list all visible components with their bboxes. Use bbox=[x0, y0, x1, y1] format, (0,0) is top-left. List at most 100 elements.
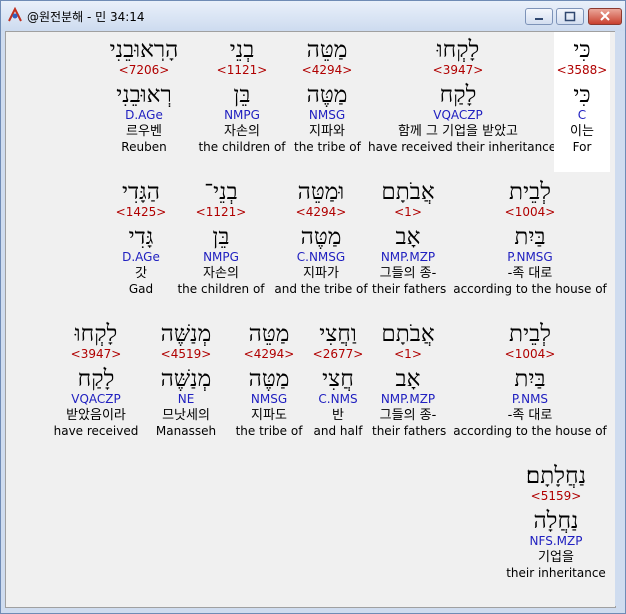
word-cell[interactable]: אֲבֹתָם <1> אָב NMP.MZP 그들의 종- their fat… bbox=[372, 321, 447, 439]
korean-gloss: 기업을 bbox=[538, 550, 574, 565]
hebrew-lexeme: גָּדִי bbox=[128, 224, 154, 250]
english-gloss: have received their inheritance bbox=[368, 140, 557, 154]
strong-number[interactable]: <7206> bbox=[104, 63, 184, 78]
morphology-code: NFS.MZP bbox=[529, 534, 583, 548]
english-gloss: their fathers bbox=[372, 282, 447, 296]
english-gloss: their inheritance bbox=[506, 566, 606, 580]
app-window: @원전분해 - 민 34:14 הָרֽאוּבֵנִי <7206> רְאו… bbox=[0, 0, 626, 614]
word-cell[interactable]: וַחֲצִי <2677> חֲצִי C.NMS 반 and half bbox=[306, 321, 370, 439]
korean-gloss: 그들의 종- bbox=[379, 408, 437, 423]
morphology-code: C.NMS bbox=[318, 392, 358, 406]
strong-number[interactable]: <4294> bbox=[294, 63, 360, 78]
morphology-code: D.AGe bbox=[122, 250, 160, 264]
korean-gloss: 반 bbox=[332, 408, 344, 423]
strong-number[interactable]: <1004> bbox=[452, 205, 608, 220]
strong-number[interactable]: <4294> bbox=[234, 347, 304, 362]
word-cell[interactable]: הָרֽאוּבֵנִי <7206> רְאוּבֵנִי D.AGe 르우벤… bbox=[104, 37, 184, 155]
morphology-code: NMSG bbox=[308, 108, 346, 122]
hebrew-word: אֲבֹתָם bbox=[381, 321, 435, 347]
strong-number[interactable]: <4519> bbox=[151, 347, 221, 362]
morphology-code: P.NMS bbox=[511, 392, 549, 406]
hebrew-lexeme: לָקַח bbox=[439, 82, 477, 108]
strong-number[interactable]: <3947> bbox=[368, 63, 548, 78]
english-gloss: Manasseh bbox=[155, 424, 217, 438]
strong-number[interactable]: <3588> bbox=[554, 63, 610, 78]
word-cell[interactable]: אֲבֹתָם <1> אָב NMP.MZP 그들의 종- their fat… bbox=[372, 179, 447, 297]
strong-number[interactable]: <1> bbox=[372, 347, 444, 362]
hebrew-word: נַחֲלָתָם׃ bbox=[525, 463, 587, 489]
korean-gloss: 함께 그 기업을 받았고 bbox=[397, 124, 519, 139]
word-cell[interactable]: וּמַטֵּה <4294> מַטֶּה C.NMSG 지파가 and th… bbox=[271, 179, 371, 297]
morphology-code: NMPG bbox=[224, 108, 260, 122]
word-cell[interactable]: בְנֵי־ <1121> בֵּן NMPG 자손의 the children… bbox=[176, 179, 266, 297]
hebrew-word: הַגָּדִי bbox=[122, 179, 160, 205]
morphology-code: NE bbox=[177, 392, 195, 406]
minimize-icon bbox=[535, 18, 543, 20]
hebrew-word: כִּי bbox=[573, 37, 591, 63]
hebrew-word: הָרֽאוּבֵנִי bbox=[109, 37, 179, 63]
hebrew-lexeme: בֵּן bbox=[212, 224, 230, 250]
english-gloss: have received bbox=[53, 424, 139, 438]
hebrew-word: לְבֵית bbox=[509, 321, 551, 347]
hebrew-word: לְבֵית bbox=[509, 179, 551, 205]
hebrew-lexeme: לָקַח bbox=[77, 366, 115, 392]
english-gloss: Gad bbox=[128, 282, 154, 296]
window-frame-right bbox=[615, 31, 624, 606]
strong-number[interactable]: <1121> bbox=[197, 63, 287, 78]
korean-gloss: 지파가 bbox=[303, 266, 339, 281]
hebrew-lexeme: חֲצִי bbox=[322, 366, 354, 392]
strong-number[interactable]: <5159> bbox=[502, 489, 610, 504]
strong-number[interactable]: <2677> bbox=[306, 347, 370, 362]
korean-gloss: -족 대로 bbox=[507, 266, 553, 281]
strong-number[interactable]: <3947> bbox=[51, 347, 141, 362]
minimize-button[interactable] bbox=[525, 8, 553, 25]
korean-gloss: 이는 bbox=[570, 124, 594, 139]
morphology-code: NMP.MZP bbox=[380, 250, 436, 264]
hebrew-word: מְנַשֶּׁה bbox=[160, 321, 212, 347]
strong-number[interactable]: <1425> bbox=[106, 205, 176, 220]
hebrew-lexeme: מַטֶּה bbox=[306, 82, 348, 108]
maximize-icon bbox=[564, 11, 576, 22]
close-icon bbox=[600, 11, 610, 21]
english-gloss: the children of bbox=[177, 282, 265, 296]
english-gloss: the tribe of bbox=[294, 140, 361, 154]
strong-number[interactable]: <1121> bbox=[176, 205, 266, 220]
word-cell[interactable]: מְנַשֶּׁה <4519> מְנַשֶּׁה NE 므낫세의 Manas… bbox=[151, 321, 221, 439]
window-title: @원전분해 - 민 34:14 bbox=[27, 10, 145, 24]
word-cell-selected[interactable]: כִּי <3588> כִּי C 이는 For bbox=[554, 32, 610, 172]
korean-gloss: 지파와 bbox=[309, 124, 345, 139]
hebrew-word: מַטֵּה bbox=[248, 321, 290, 347]
word-cell[interactable]: הַגָּדִי <1425> גָּדִי D.AGe 갓 Gad bbox=[106, 179, 176, 297]
hebrew-lexeme: נַחֲלָה bbox=[533, 508, 579, 534]
english-gloss: For bbox=[572, 140, 592, 154]
hebrew-lexeme: בֵּן bbox=[233, 82, 251, 108]
close-button[interactable] bbox=[588, 8, 622, 25]
word-cell[interactable]: מַטֵּה <4294> מַטֶּה NMSG 지파도 the tribe … bbox=[234, 321, 304, 439]
word-cell[interactable]: מַטֵּה <4294> מַטֶּה NMSG 지파와 the tribe … bbox=[294, 37, 361, 155]
morphology-code: NMSG bbox=[250, 392, 288, 406]
word-cell[interactable]: לְבֵית <1004> בַּיִת P.NMSG -족 대로 accord… bbox=[452, 179, 608, 297]
strong-number[interactable]: <4294> bbox=[271, 205, 371, 220]
hebrew-lexeme: אָב bbox=[395, 224, 421, 250]
word-cell[interactable]: לָקְחוּ <3947> לָקַח VQACZP 받았음이라 have r… bbox=[51, 321, 141, 439]
morphology-code: C bbox=[577, 108, 587, 122]
word-cell[interactable]: לָקְחוּ <3947> לָקַח VQACZP 함께 그 기업을 받았고… bbox=[368, 37, 557, 155]
hebrew-word: לָקְחוּ bbox=[436, 37, 480, 63]
hebrew-lexeme: רְאוּבֵנִי bbox=[116, 82, 172, 108]
word-cell[interactable]: בְנֵי <1121> בֵּן NMPG 자손의 the children … bbox=[197, 37, 287, 155]
korean-gloss: 그들의 종- bbox=[379, 266, 437, 281]
hebrew-lexeme: מַטֶּה bbox=[300, 224, 342, 250]
title-bar[interactable]: @원전분해 - 민 34:14 bbox=[1, 1, 625, 31]
strong-number[interactable]: <1004> bbox=[452, 347, 608, 362]
hebrew-word: וַחֲצִי bbox=[319, 321, 357, 347]
maximize-button[interactable] bbox=[556, 8, 584, 25]
english-gloss: their fathers bbox=[372, 424, 447, 438]
korean-gloss: 갓 bbox=[135, 266, 147, 281]
word-cell[interactable]: לְבֵית <1004> בַּיִת P.NMS -족 대로 accordi… bbox=[452, 321, 608, 439]
hebrew-lexeme: בַּיִת bbox=[514, 366, 546, 392]
hebrew-word: וּמַטֵּה bbox=[297, 179, 345, 205]
interlinear-pane[interactable]: הָרֽאוּבֵנִי <7206> רְאוּבֵנִי D.AGe 르우벤… bbox=[5, 31, 616, 608]
korean-gloss: 자손의 bbox=[224, 124, 260, 139]
strong-number[interactable]: <1> bbox=[372, 205, 444, 220]
word-cell[interactable]: נַחֲלָתָם׃ <5159> נַחֲלָה NFS.MZP 기업을 th… bbox=[502, 463, 610, 581]
